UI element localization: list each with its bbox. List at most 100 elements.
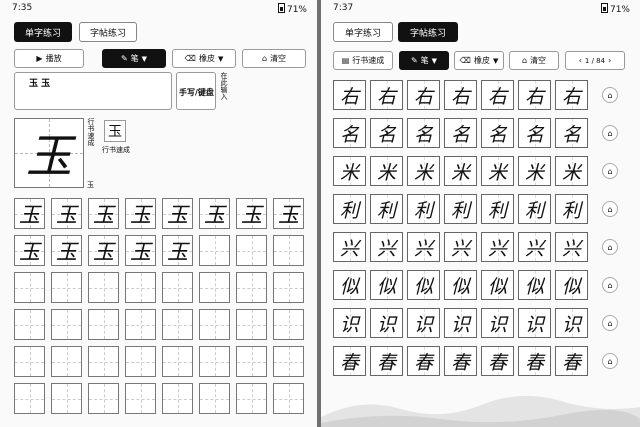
copybook-cell[interactable]: 似 <box>407 270 440 300</box>
practice-cell[interactable] <box>199 235 230 266</box>
copybook-cell[interactable]: 名 <box>333 118 366 148</box>
copybook-cell[interactable]: 右 <box>444 80 477 110</box>
copybook-cell[interactable]: 识 <box>333 308 366 338</box>
clear-row-icon[interactable]: ⌂ <box>602 125 618 141</box>
practice-cell[interactable]: 玉 <box>162 198 193 229</box>
copybook-cell[interactable]: 利 <box>370 194 403 224</box>
copybook-cell[interactable]: 兴 <box>518 232 551 262</box>
practice-cell[interactable] <box>88 346 119 377</box>
eraser-button[interactable]: ⌫ 橡皮 ▼ <box>454 51 504 70</box>
practice-cell[interactable] <box>51 272 82 303</box>
copybook-cell[interactable]: 米 <box>407 156 440 186</box>
copybook-cell[interactable]: 春 <box>370 346 403 376</box>
practice-cell[interactable] <box>125 383 156 414</box>
practice-cell[interactable]: 玉 <box>273 198 304 229</box>
copybook-cell[interactable]: 似 <box>444 270 477 300</box>
practice-cell[interactable] <box>88 383 119 414</box>
practice-cell[interactable]: 玉 <box>14 235 45 266</box>
copybook-cell[interactable]: 利 <box>407 194 440 224</box>
clear-row-icon[interactable]: ⌂ <box>602 87 618 103</box>
practice-cell[interactable]: 玉 <box>236 198 267 229</box>
copybook-cell[interactable]: 春 <box>481 346 514 376</box>
copybook-cell[interactable]: 春 <box>518 346 551 376</box>
practice-cell[interactable] <box>236 383 267 414</box>
practice-cell[interactable]: 玉 <box>125 235 156 266</box>
practice-cell[interactable] <box>162 383 193 414</box>
play-button[interactable]: ▶ 播放 <box>14 49 84 68</box>
copybook-cell[interactable]: 米 <box>444 156 477 186</box>
char-input-area[interactable]: 玉 玉 <box>14 72 172 110</box>
practice-cell[interactable]: 玉 <box>125 198 156 229</box>
practice-cell[interactable] <box>273 309 304 340</box>
copybook-cell[interactable]: 识 <box>444 308 477 338</box>
chevron-left-icon[interactable]: ‹ <box>579 56 582 65</box>
copybook-cell[interactable]: 名 <box>444 118 477 148</box>
practice-cell[interactable]: 玉 <box>88 198 119 229</box>
copybook-cell[interactable]: 右 <box>370 80 403 110</box>
practice-cell[interactable] <box>236 235 267 266</box>
practice-cell[interactable] <box>125 309 156 340</box>
copybook-cell[interactable]: 识 <box>407 308 440 338</box>
practice-cell[interactable]: 玉 <box>51 235 82 266</box>
practice-cell[interactable] <box>88 309 119 340</box>
copybook-cell[interactable]: 兴 <box>481 232 514 262</box>
input-mode-toggle[interactable]: 手写/键盘 <box>176 72 216 110</box>
clear-button[interactable]: ⌂ 清空 <box>242 49 306 68</box>
copybook-cell[interactable]: 识 <box>370 308 403 338</box>
practice-cell[interactable] <box>125 272 156 303</box>
copybook-cell[interactable]: 兴 <box>444 232 477 262</box>
practice-cell[interactable] <box>273 235 304 266</box>
tab-copybook[interactable]: 字帖练习 <box>79 22 137 42</box>
copybook-cell[interactable]: 右 <box>481 80 514 110</box>
clear-row-icon[interactable]: ⌂ <box>602 315 618 331</box>
copybook-cell[interactable]: 春 <box>555 346 588 376</box>
copybook-cell[interactable]: 米 <box>481 156 514 186</box>
copybook-cell[interactable]: 利 <box>555 194 588 224</box>
practice-cell[interactable] <box>14 272 45 303</box>
practice-cell[interactable] <box>162 309 193 340</box>
practice-cell[interactable] <box>236 272 267 303</box>
copybook-cell[interactable]: 似 <box>333 270 366 300</box>
practice-cell[interactable]: 玉 <box>14 198 45 229</box>
copybook-cell[interactable]: 利 <box>481 194 514 224</box>
pen-button[interactable]: ✎ 笔 ▼ <box>102 49 166 68</box>
copybook-cell[interactable]: 兴 <box>555 232 588 262</box>
copybook-cell[interactable]: 兴 <box>370 232 403 262</box>
copybook-cell[interactable]: 兴 <box>333 232 366 262</box>
practice-cell[interactable] <box>273 346 304 377</box>
copybook-cell[interactable]: 右 <box>407 80 440 110</box>
eraser-button[interactable]: ⌫ 橡皮 ▼ <box>172 49 236 68</box>
practice-cell[interactable] <box>125 346 156 377</box>
copybook-cell[interactable]: 识 <box>555 308 588 338</box>
clear-row-icon[interactable]: ⌂ <box>602 277 618 293</box>
copybook-cell[interactable]: 名 <box>518 118 551 148</box>
clear-row-icon[interactable]: ⌂ <box>602 163 618 179</box>
practice-cell[interactable] <box>88 272 119 303</box>
copybook-cell[interactable]: 名 <box>555 118 588 148</box>
copybook-cell[interactable]: 利 <box>333 194 366 224</box>
practice-cell[interactable] <box>199 346 230 377</box>
practice-cell[interactable] <box>162 272 193 303</box>
copybook-cell[interactable]: 兴 <box>407 232 440 262</box>
copybook-cell[interactable]: 米 <box>370 156 403 186</box>
practice-cell[interactable] <box>199 272 230 303</box>
copybook-cell[interactable]: 利 <box>444 194 477 224</box>
clear-row-icon[interactable]: ⌂ <box>602 239 618 255</box>
practice-cell[interactable] <box>236 346 267 377</box>
style-select-button[interactable]: ▤ 行书速成 <box>333 51 393 70</box>
practice-cell[interactable] <box>199 309 230 340</box>
copybook-cell[interactable]: 春 <box>333 346 366 376</box>
tab-single-char[interactable]: 单字练习 <box>14 22 72 42</box>
practice-cell[interactable] <box>51 346 82 377</box>
copybook-cell[interactable]: 名 <box>481 118 514 148</box>
practice-cell[interactable] <box>273 383 304 414</box>
copybook-cell[interactable]: 右 <box>555 80 588 110</box>
practice-cell[interactable]: 玉 <box>199 198 230 229</box>
pen-button[interactable]: ✎ 笔 ▼ <box>399 51 449 70</box>
copybook-cell[interactable]: 识 <box>481 308 514 338</box>
practice-cell[interactable] <box>14 346 45 377</box>
practice-cell[interactable] <box>51 309 82 340</box>
copybook-cell[interactable]: 似 <box>518 270 551 300</box>
practice-cell[interactable]: 玉 <box>162 235 193 266</box>
chevron-right-icon[interactable]: › <box>608 56 611 65</box>
